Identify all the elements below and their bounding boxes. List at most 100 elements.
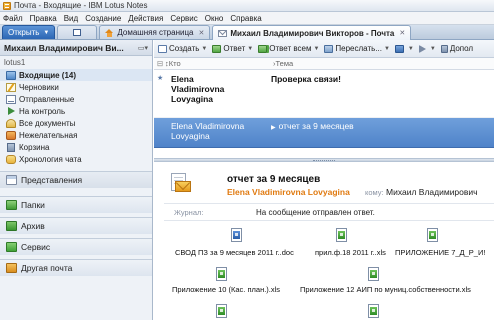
envelope-icon [175,181,191,192]
tab-home-label: Домашняя страница [117,28,194,37]
table-row[interactable]: Elena Vladimirovna Lovyagina ▶ отчет за 9… [154,118,494,148]
table-row[interactable]: ★ Elena Vladimirovna Lovyagina Проверка … [154,70,494,118]
message-subject: отчет за 9 месяцев [278,121,354,131]
chevron-down-icon[interactable]: ▼ [201,46,207,52]
section-label: Архив [21,221,45,231]
folder-chat-history[interactable]: Хронология чата [0,153,152,165]
excel-file-icon [216,304,227,318]
sort-icon[interactable]: ⊟ [154,59,165,68]
menu-window[interactable]: Окно [205,14,224,23]
create-button[interactable]: Создать ▼ [158,44,207,53]
attachment-name[interactable]: ПРИЛОЖЕНИЕ 7_Д_Р_И! [395,248,485,257]
trash-icon [7,142,15,152]
attachment-icon-xls[interactable] [368,267,379,281]
service-icon [6,242,17,252]
menu-edit[interactable]: Правка [30,14,57,23]
tab-home-page[interactable]: Домашняя страница ✕ [99,25,211,39]
tab-mail-label: Михаил Владимирович Викторов - Почта [230,28,395,38]
folder-drafts[interactable]: Черновики [0,81,152,93]
close-icon[interactable]: ✕ [198,29,204,37]
column-from[interactable]: ↕Кто [165,59,273,68]
folder-label: На контроль [19,106,66,116]
section-service[interactable]: Сервис [0,238,152,255]
folder-label: Хронология чата [19,154,82,164]
forward-button[interactable]: Переслать... ▼ [324,44,390,53]
mailbox-owner-header[interactable]: Михаил Владимирович Ви... ▭▾ [0,40,152,56]
reply-button[interactable]: Ответ ▼ [212,44,253,53]
reply-label: Ответ [223,44,246,53]
chevron-down-icon[interactable]: ▼ [313,46,319,52]
folder-follow-up[interactable]: На контроль [0,105,152,117]
attachment-icon-xls[interactable] [336,228,347,242]
menu-actions[interactable]: Действия [128,14,163,23]
junk-icon [6,130,16,140]
lotus-notes-mail-icon [3,1,11,10]
menu-tools[interactable]: Сервис [170,14,197,23]
folder-icon [394,44,404,53]
attachment-icon-xls[interactable] [368,304,379,318]
folder-label: Отправленные [19,94,75,104]
folder-label: Входящие (14) [19,70,77,80]
move-to-folder-button[interactable]: ▼ [394,44,414,53]
section-folders[interactable]: Папки [0,196,152,213]
forward-icon [324,44,334,53]
workspace-tab[interactable] [57,25,98,39]
from-line: Lovyagina [171,131,210,141]
section-other-mail[interactable]: Другая почта [0,259,152,276]
folder-junk[interactable]: Нежелательная [0,129,152,141]
folder-all-documents[interactable]: Все документы [0,117,152,129]
attachment-name[interactable]: СВОД ПЗ за 9 месяцев 2011 г..doc [175,248,294,257]
chevron-down-icon[interactable]: ▼ [430,46,436,52]
mail-icon [218,29,228,37]
unread-icon: ★ [157,75,164,82]
divider [164,203,494,204]
more-button[interactable]: Допол [440,44,473,53]
flag-button[interactable]: ▼ [418,44,436,53]
close-icon[interactable]: ✕ [399,29,405,37]
from-line: Elena Vladimirovna [171,121,245,131]
menu-create[interactable]: Создание [85,14,121,23]
splitter-grip[interactable] [313,160,335,161]
open-button[interactable]: Открыть ▼ [2,25,56,39]
attachment-icon-xls[interactable] [216,304,227,318]
section-archive[interactable]: Архив [0,217,152,234]
forward-label: Переслать... [335,44,382,53]
menu-file[interactable]: Файл [3,14,23,23]
attachment-icon-xls[interactable] [216,267,227,281]
attachment-icon-doc[interactable] [231,228,242,242]
chat-history-icon [6,154,16,164]
message-from: Elena Vladimirovna Lovyagina [165,74,271,117]
section-label: Папки [21,200,45,210]
blank-cell [154,121,165,147]
chevron-down-icon[interactable]: ▼ [384,46,390,52]
tab-mail[interactable]: Михаил Владимирович Викторов - Почта ✕ [212,25,412,40]
column-subject[interactable]: ›Тема [273,59,494,68]
message-subject-cell: ▶ отчет за 9 месяцев [271,121,494,147]
chevron-down-icon[interactable]: ▼ [247,46,253,52]
excel-file-icon [336,228,347,242]
menu-help[interactable]: Справка [230,14,261,23]
section-views[interactable]: Представления [0,171,152,188]
all-documents-icon [6,118,16,128]
database-name: lotus1 [4,58,26,67]
navigation-pane: Михаил Владимирович Ви... ▭▾ lotus1 Вход… [0,40,153,320]
pin-icon[interactable]: ▭▾ [138,44,148,52]
reply-all-button[interactable]: Ответ всем ▼ [258,44,319,53]
attachment-name[interactable]: Приложение 10 (Кас. план.).xls [172,285,280,294]
column-header: ⊟ ↕Кто ›Тема [154,58,494,70]
folder-trash[interactable]: Корзина [0,141,152,153]
menu-view[interactable]: Вид [64,14,78,23]
mailbox-owner: Михаил Владимирович Ви... [4,42,124,53]
from-line: Elena [171,74,194,84]
attachment-name[interactable]: прил.ф.18 2011 г..xls [315,248,386,257]
attachment-icon-xls[interactable] [427,228,438,242]
preview-from[interactable]: Elena Vladimirovna Lovyagina [227,187,350,197]
folder-inbox[interactable]: Входящие (14) [0,69,152,81]
new-document-icon [158,44,167,53]
column-subject-label: Тема [275,59,294,68]
chevron-down-icon[interactable]: ▼ [408,46,414,52]
folder-sent[interactable]: Отправленные [0,93,152,105]
attachment-name[interactable]: Приложение 12 АИП по муниц.собственности… [300,285,471,294]
preview-to[interactable]: Михаил Владимирович [386,187,478,197]
from-line: Lovyagina [171,94,214,104]
